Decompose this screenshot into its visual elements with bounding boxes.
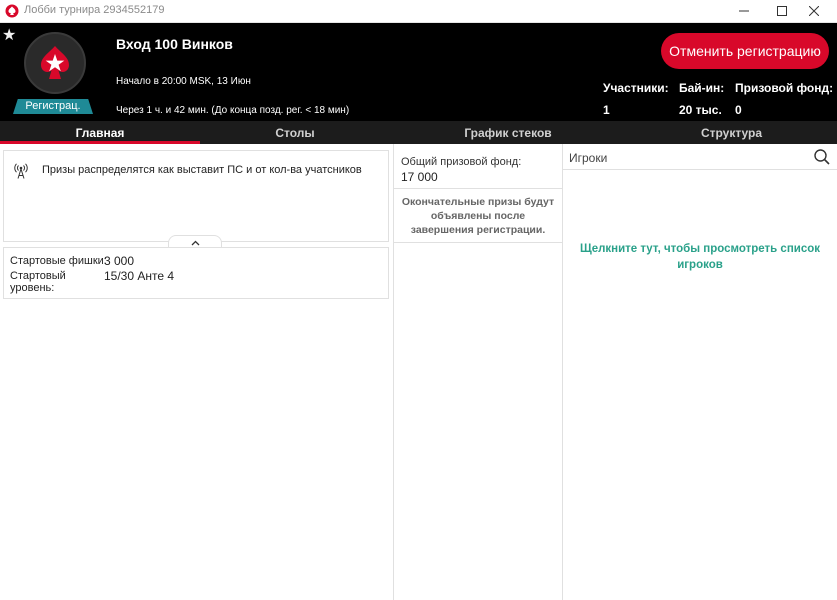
minimize-icon — [739, 6, 749, 16]
close-icon — [809, 6, 819, 16]
divider — [563, 169, 837, 170]
buyin-label: Бай-ин: — [679, 81, 725, 95]
tab-structure[interactable]: Структура — [626, 121, 837, 144]
late-registration-info: Через 1 ч. и 42 мин. (До конца позд. рег… — [116, 105, 350, 116]
tournament-name: Вход 100 Винков — [116, 36, 233, 52]
maximize-icon — [777, 6, 787, 16]
view-players-link[interactable]: Щелкните тут, чтобы просмотреть список и… — [573, 241, 827, 273]
tab-stack-chart[interactable]: График стеков — [390, 121, 626, 144]
prize-panel: Общий призовой фонд: 17 000 Окончательны… — [393, 144, 563, 600]
close-button[interactable] — [791, 0, 837, 22]
entrants-label: Участники: — [603, 81, 669, 95]
entrants-value: 1 — [603, 103, 610, 117]
antenna-icon — [14, 163, 28, 184]
total-prize-pool-label: Общий призовой фонд: — [401, 156, 522, 168]
details-box: Стартовые фишки: 3 000 Стартовый уровень… — [3, 247, 389, 299]
starting-chips-label: Стартовые фишки: — [10, 255, 107, 267]
tab-tables[interactable]: Столы — [200, 121, 390, 144]
starting-chips-value: 3 000 — [104, 254, 135, 268]
prize-pool-value: 0 — [735, 103, 742, 117]
prize-note: Окончательные призы будут объявлены посл… — [401, 196, 555, 236]
collapse-button[interactable] — [168, 235, 222, 247]
starting-level-value: 15/30 Анте 4 — [104, 269, 175, 283]
prize-pool-label: Призовой фонд: — [735, 81, 834, 95]
cancel-registration-button[interactable]: Отменить регистрацию — [661, 33, 829, 69]
window-titlebar: Лобби турнира 2934552179 — [0, 0, 837, 23]
divider — [394, 188, 562, 189]
players-title: Игроки — [569, 151, 608, 165]
prize-info-text: Призы распределятся как выставит ПС и от… — [42, 164, 362, 176]
pokerstars-spade-logo — [24, 32, 86, 94]
info-box: Призы распределятся как выставит ПС и от… — [3, 150, 389, 242]
tab-bar: Главная Столы График стеков Структура — [0, 121, 837, 144]
starting-level-label: Стартовый уровень: — [10, 270, 66, 294]
star-icon[interactable]: ★ — [2, 28, 16, 44]
search-icon[interactable] — [813, 148, 831, 171]
tournament-header: ★ Регистрац. Вход 100 Винков Начало в 20… — [0, 23, 837, 121]
start-time: Начало в 20:00 MSK, 13 Июн — [116, 76, 251, 87]
app-logo-icon — [5, 4, 19, 18]
buyin-value: 20 тыс. — [679, 103, 722, 117]
window-title: Лобби турнира 2934552179 — [24, 4, 165, 16]
tab-main[interactable]: Главная — [0, 121, 200, 144]
main-panel: Призы распределятся как выставит ПС и от… — [0, 144, 393, 600]
divider — [394, 242, 562, 243]
players-panel: Игроки Щелкните тут, чтобы просмотреть с… — [563, 144, 837, 600]
status-badge: Регистрац. — [13, 99, 93, 114]
total-prize-pool-value: 17 000 — [401, 170, 438, 184]
